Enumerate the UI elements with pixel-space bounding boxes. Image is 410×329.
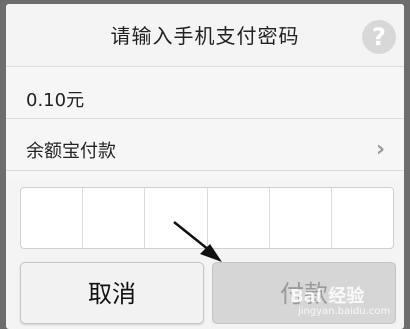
amount-value: 0.10元: [26, 90, 85, 111]
payment-method-label: 余额宝付款: [26, 141, 116, 162]
dialog-title: 请输入手机支付密码: [110, 24, 300, 48]
chevron-right-icon: ›: [376, 137, 386, 162]
dialog-header: 请输入手机支付密码 ?: [6, 4, 404, 66]
password-input[interactable]: [20, 187, 394, 249]
password-digit-cell[interactable]: [83, 188, 146, 248]
cancel-button[interactable]: 取消: [20, 262, 204, 324]
watermark-url: jingyan.baidu.com: [298, 306, 391, 317]
password-digit-cell[interactable]: [332, 188, 393, 248]
watermark-logo: Bai 经验: [290, 286, 365, 307]
question-mark-icon[interactable]: ?: [362, 20, 396, 54]
password-digit-cell[interactable]: [208, 188, 270, 248]
divider: [6, 170, 404, 171]
payment-password-dialog: 请输入手机支付密码 ? 0.10元 余额宝付款 › 取消 付款: [6, 4, 404, 329]
password-digit-cell[interactable]: [145, 188, 208, 248]
password-digit-cell[interactable]: [21, 188, 84, 248]
password-digit-cell[interactable]: [270, 188, 332, 248]
